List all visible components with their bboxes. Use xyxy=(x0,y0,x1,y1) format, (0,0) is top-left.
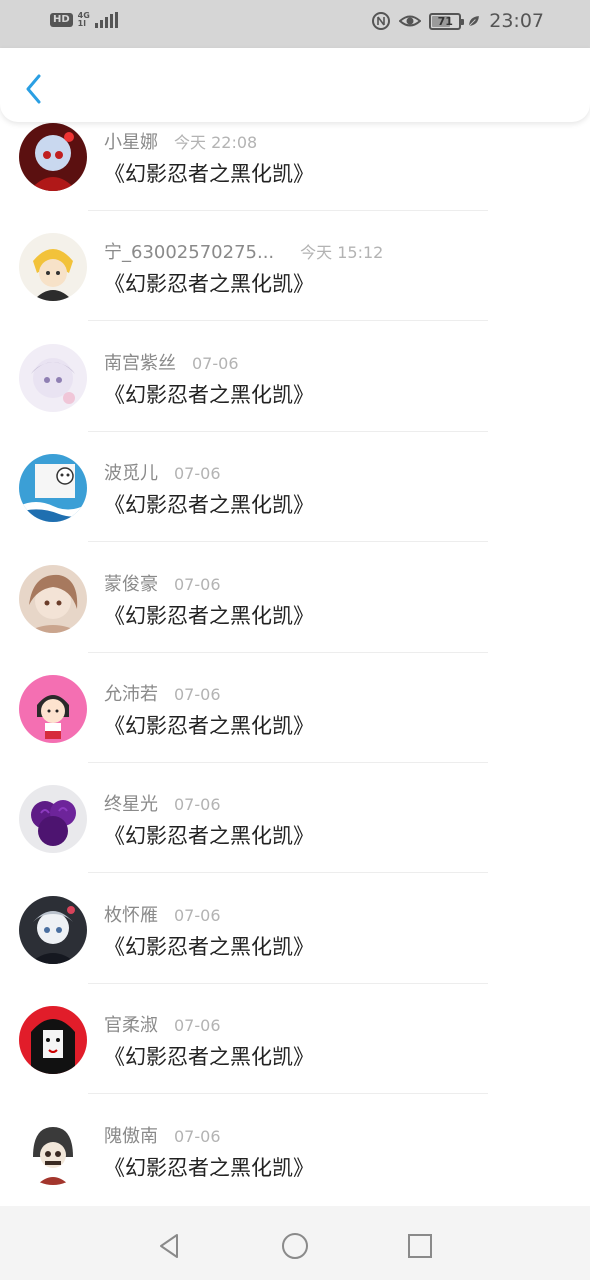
sender-name: 官柔淑 xyxy=(104,1015,158,1037)
navigation-bar xyxy=(0,1206,590,1280)
message-time: 07-06 xyxy=(174,464,221,484)
sender-name: 终星光 xyxy=(104,794,158,816)
network-type: 4G 1l xyxy=(77,11,90,28)
message-item[interactable]: 南宫紫丝 07-06 《幻影忍者之黑化凯》 xyxy=(0,323,590,433)
message-meta: 允沛若 07-06 xyxy=(104,680,221,706)
message-meta: 南宫紫丝 07-06 xyxy=(104,349,239,375)
avatar[interactable] xyxy=(19,564,87,633)
nav-recents-icon[interactable] xyxy=(406,1232,434,1260)
message-time: 今天 22:08 xyxy=(174,133,258,152)
sender-name: 波觅儿 xyxy=(104,463,158,485)
divider xyxy=(88,320,488,322)
status-right: 71 23:07 xyxy=(371,10,544,32)
avatar[interactable] xyxy=(19,674,87,743)
nfc-icon xyxy=(372,12,391,30)
message-time: 07-06 xyxy=(174,1126,221,1146)
message-text: 《幻影忍者之黑化凯》 xyxy=(104,713,314,738)
eye-comfort-icon xyxy=(399,15,422,27)
message-item[interactable]: 枚怀雁 07-06 《幻影忍者之黑化凯》 xyxy=(0,875,590,985)
message-time: 07-06 xyxy=(174,574,221,594)
message-meta: 波觅儿 07-06 xyxy=(104,459,221,485)
message-meta: 隗傲南 07-06 xyxy=(104,1122,221,1148)
divider xyxy=(88,1093,488,1095)
nav-back-icon[interactable] xyxy=(155,1232,183,1260)
avatar[interactable] xyxy=(19,1006,87,1075)
sender-name: 允沛若 xyxy=(104,683,158,705)
back-arrow-icon xyxy=(26,74,41,104)
status-bar: HD 4G 1l 71 23:07 xyxy=(0,0,590,48)
message-meta: 宁_63002570275... 今天 15:12 xyxy=(104,238,383,264)
avatar[interactable] xyxy=(19,454,87,523)
message-text: 《幻影忍者之黑化凯》 xyxy=(104,382,314,407)
divider xyxy=(88,651,488,653)
message-time: 07-06 xyxy=(174,1016,221,1036)
message-text: 《幻影忍者之黑化凯》 xyxy=(104,162,314,186)
hd-icon: HD xyxy=(50,13,73,27)
message-meta: 枚怀雁 07-06 xyxy=(104,901,221,927)
sender-name: 小星娜 xyxy=(104,132,158,153)
message-text: 《幻影忍者之黑化凯》 xyxy=(104,493,314,518)
message-text: 《幻影忍者之黑化凯》 xyxy=(104,1045,314,1070)
message-item[interactable]: 蒙俊豪 07-06 《幻影忍者之黑化凯》 xyxy=(0,544,590,654)
message-time: 07-06 xyxy=(192,353,239,373)
message-item[interactable]: 允沛若 07-06 《幻影忍者之黑化凯》 xyxy=(0,654,590,764)
divider xyxy=(88,541,488,543)
sender-name: 宁_63002570275... xyxy=(104,242,275,264)
message-time: 07-06 xyxy=(174,684,221,704)
divider xyxy=(88,430,488,432)
clock: 23:07 xyxy=(489,10,544,32)
message-meta: 小星娜 今天 22:08 xyxy=(104,128,257,154)
avatar[interactable] xyxy=(19,1116,87,1185)
sender-name: 南宫紫丝 xyxy=(104,352,176,374)
status-left: HD 4G 1l xyxy=(50,12,118,28)
message-text: 《幻影忍者之黑化凯》 xyxy=(104,1155,314,1180)
divider xyxy=(88,982,488,984)
header xyxy=(0,48,590,122)
message-item[interactable]: 隗傲南 07-06 《幻影忍者之黑化凯》 xyxy=(0,1096,590,1206)
sender-name: 枚怀雁 xyxy=(104,904,158,926)
message-text: 《幻影忍者之黑化凯》 xyxy=(104,824,314,849)
sender-name: 蒙俊豪 xyxy=(104,573,158,595)
message-time: 07-06 xyxy=(174,795,221,815)
divider xyxy=(88,872,488,874)
avatar[interactable] xyxy=(19,123,87,191)
message-text: 《幻影忍者之黑化凯》 xyxy=(104,603,314,628)
avatar[interactable] xyxy=(19,785,87,854)
sender-name: 隗傲南 xyxy=(104,1125,158,1147)
message-item[interactable]: 官柔淑 07-06 《幻影忍者之黑化凯》 xyxy=(0,985,590,1095)
message-item[interactable]: 宁_63002570275... 今天 15:12 《幻影忍者之黑化凯》 xyxy=(0,212,590,322)
battery-icon: 71 xyxy=(429,12,465,30)
divider xyxy=(88,210,488,211)
divider xyxy=(88,761,488,763)
avatar[interactable] xyxy=(19,895,87,964)
signal-icon xyxy=(94,12,118,28)
message-meta: 官柔淑 07-06 xyxy=(104,1011,221,1037)
message-text: 《幻影忍者之黑化凯》 xyxy=(104,272,314,297)
message-meta: 蒙俊豪 07-06 xyxy=(104,570,221,596)
message-item[interactable]: 波觅儿 07-06 《幻影忍者之黑化凯》 xyxy=(0,433,590,543)
message-time: 今天 15:12 xyxy=(300,243,384,263)
message-list[interactable]: 小星娜 今天 22:08 《幻影忍者之黑化凯》 宁_63002570275... 今天 … xyxy=(0,102,590,1206)
avatar[interactable] xyxy=(19,233,87,302)
back-button[interactable] xyxy=(18,72,48,106)
avatar[interactable] xyxy=(19,343,87,412)
leaf-icon xyxy=(469,16,480,27)
message-text: 《幻影忍者之黑化凯》 xyxy=(104,934,314,959)
message-item[interactable]: 终星光 07-06 《幻影忍者之黑化凯》 xyxy=(0,764,590,874)
message-time: 07-06 xyxy=(174,905,221,925)
nav-home-icon[interactable] xyxy=(281,1232,309,1260)
battery-level: 71 xyxy=(437,14,453,28)
message-meta: 终星光 07-06 xyxy=(104,790,221,816)
